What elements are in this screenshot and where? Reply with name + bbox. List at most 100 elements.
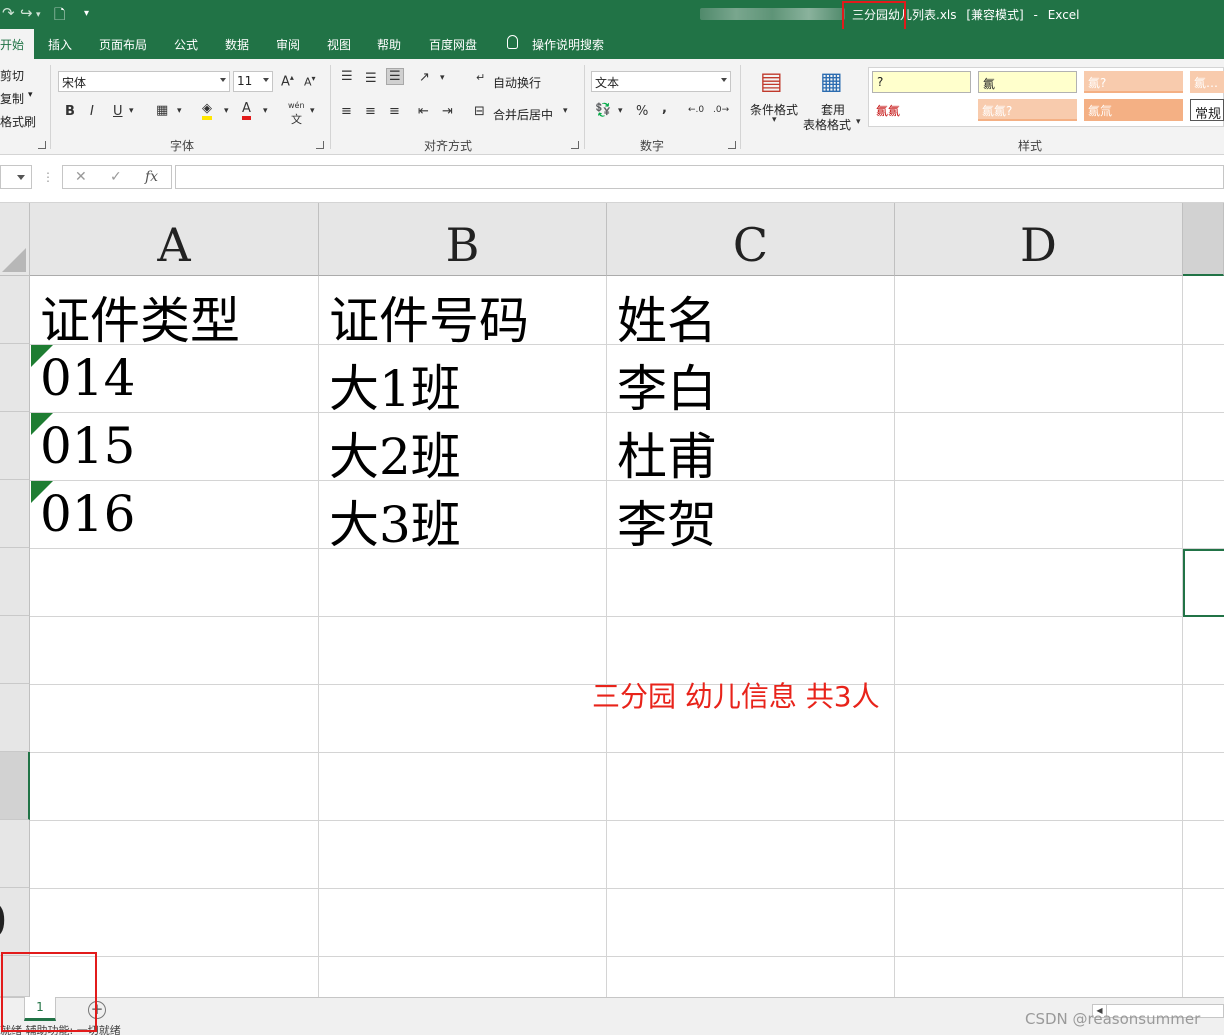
cell-c3[interactable]: 杜甫 — [617, 417, 717, 489]
column-header-c[interactable]: C — [607, 203, 895, 276]
font-launcher-icon[interactable] — [316, 141, 324, 149]
align-right-icon[interactable]: ≡ — [389, 104, 400, 119]
percent-button[interactable]: % — [636, 104, 648, 119]
fill-color-icon[interactable]: ◈ — [202, 102, 212, 120]
formula-input[interactable] — [175, 165, 1224, 189]
orientation-dropdown-icon[interactable]: ▾ — [440, 73, 445, 83]
cell-style-output[interactable]: 氱? — [1084, 71, 1183, 93]
name-box[interactable] — [0, 165, 32, 189]
wrap-text-button[interactable]: 自动换行 — [493, 74, 541, 91]
border-dropdown-icon[interactable]: ▾ — [177, 106, 182, 116]
tab-home[interactable]: 开始 — [0, 29, 34, 59]
decrease-indent-icon[interactable]: ⇤ — [418, 104, 429, 119]
merge-center-button[interactable]: 合并后居中 — [493, 106, 553, 123]
cell-a3[interactable]: 015 — [40, 417, 135, 475]
cell-style-normal[interactable]: 常规 — [1190, 99, 1224, 121]
row-header[interactable] — [0, 480, 30, 548]
fill-color-dropdown-icon[interactable]: ▾ — [224, 106, 229, 116]
column-header-d[interactable]: D — [895, 203, 1183, 276]
cell-c1[interactable]: 姓名 — [617, 281, 717, 353]
tab-data[interactable]: 数据 — [225, 36, 249, 53]
row-header[interactable] — [0, 820, 30, 888]
cell-b3[interactable]: 大2班 — [329, 417, 461, 489]
cell-c2[interactable]: 李白 — [617, 349, 717, 421]
alignment-launcher-icon[interactable] — [571, 141, 579, 149]
number-format-select[interactable]: 文本 — [591, 71, 731, 92]
font-color-dropdown-icon[interactable]: ▾ — [263, 106, 268, 116]
select-all-button[interactable] — [0, 203, 30, 276]
accounting-format-icon[interactable]: 💱 — [595, 103, 611, 118]
align-left-icon[interactable]: ≡ — [341, 104, 352, 119]
cell-style-explanatory[interactable]: 氱 — [978, 71, 1077, 93]
row-header[interactable] — [0, 548, 30, 616]
cancel-icon[interactable]: ✕ — [75, 169, 87, 185]
font-size-select[interactable]: 11 — [233, 71, 273, 92]
cell-style-calculation[interactable]: 氱… — [1190, 71, 1224, 93]
cell-b2[interactable]: 大1班 — [329, 349, 461, 421]
format-as-table-button[interactable]: 表格格式 — [803, 116, 851, 133]
tab-review[interactable]: 审阅 — [276, 36, 300, 53]
font-family-select[interactable]: 宋体 — [58, 71, 230, 92]
cell-a4[interactable]: 016 — [40, 485, 135, 543]
accounting-dropdown-icon[interactable]: ▾ — [618, 106, 623, 116]
copy-dropdown-icon[interactable]: ▾ — [28, 90, 33, 100]
format-painter-button[interactable]: 格式刷 — [0, 113, 36, 130]
cell-a2[interactable]: 014 — [40, 349, 135, 407]
shrink-font-button[interactable]: A▾ — [304, 74, 316, 89]
cell-b1[interactable]: 证件号码 — [329, 281, 529, 353]
font-color-icon[interactable]: A — [242, 102, 251, 120]
cell-style-linked[interactable]: 氱氱? — [978, 99, 1077, 121]
cut-button[interactable]: 剪切 — [0, 67, 24, 84]
tab-page-layout[interactable]: 页面布局 — [99, 36, 147, 53]
copy-button[interactable]: 复制 — [0, 90, 24, 107]
merge-dropdown-icon[interactable]: ▾ — [563, 106, 568, 116]
increase-decimal-icon[interactable]: ←.0 — [688, 105, 704, 115]
customize-toolbar-icon[interactable]: ▾ — [84, 8, 89, 19]
underline-button[interactable]: U — [113, 104, 123, 119]
underline-dropdown-icon[interactable]: ▾ — [129, 106, 134, 116]
row-header[interactable]: 0 — [0, 888, 30, 956]
increase-indent-icon[interactable]: ⇥ — [442, 104, 453, 119]
border-icon[interactable]: ▦ — [156, 103, 168, 118]
align-top-icon[interactable]: ☰ — [341, 69, 353, 84]
phonetic-dropdown-icon[interactable]: ▾ — [310, 106, 315, 116]
comma-style-button[interactable]: , — [662, 101, 667, 116]
redo-icon[interactable]: ↷ — [2, 4, 15, 22]
decrease-decimal-icon[interactable]: .0→ — [713, 105, 729, 115]
cell-style-warning[interactable]: 氱氱 — [872, 99, 971, 121]
column-header-a[interactable]: A — [30, 203, 319, 276]
row-header[interactable] — [0, 684, 30, 752]
cell-a1[interactable]: 证件类型 — [40, 281, 240, 353]
phonetic-guide-button[interactable]: wén — [288, 101, 305, 110]
clipboard-launcher-icon[interactable] — [38, 141, 46, 149]
column-header-e[interactable] — [1183, 203, 1224, 276]
column-header-b[interactable]: B — [319, 203, 607, 276]
tab-help[interactable]: 帮助 — [377, 36, 401, 53]
print-preview-icon[interactable]: 🗋 — [54, 4, 65, 28]
formula-bar-splitter-icon[interactable]: ⋮ — [42, 170, 54, 184]
cell-b4[interactable]: 大3班 — [329, 485, 461, 557]
row-header[interactable] — [0, 276, 30, 344]
align-middle-icon[interactable]: ☰ — [365, 71, 377, 86]
insert-function-icon[interactable]: fx — [145, 169, 158, 185]
number-launcher-icon[interactable] — [728, 141, 736, 149]
orientation-icon[interactable]: ↗ — [419, 70, 430, 85]
cell-c4[interactable]: 李贺 — [617, 485, 717, 557]
row-header[interactable] — [0, 412, 30, 480]
cell-style-input[interactable]: 氱氚 — [1084, 99, 1183, 121]
tab-formulas[interactable]: 公式 — [174, 36, 198, 53]
conditional-formatting-dropdown-icon[interactable]: ▾ — [772, 115, 777, 125]
italic-button[interactable]: I — [90, 104, 94, 119]
tab-baidu-netdisk[interactable]: 百度网盘 — [429, 36, 477, 53]
tab-insert[interactable]: 插入 — [48, 36, 72, 53]
redo-icon-arrow[interactable]: ↪ — [20, 4, 33, 22]
cell-style-note[interactable]: ? — [872, 71, 971, 93]
row-header[interactable] — [0, 344, 30, 412]
enter-icon[interactable]: ✓ — [110, 169, 122, 185]
tab-view[interactable]: 视图 — [327, 36, 351, 53]
align-bottom-icon[interactable]: ☰ — [386, 68, 404, 85]
row-header-selected[interactable] — [0, 752, 30, 820]
grow-font-button[interactable]: A▴ — [281, 73, 294, 89]
redo-dropdown-icon[interactable]: ▾ — [36, 10, 41, 20]
bold-button[interactable]: B — [65, 104, 75, 119]
